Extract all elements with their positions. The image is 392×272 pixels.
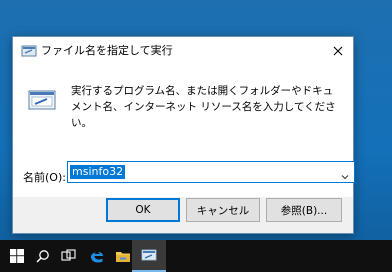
dialog-body: 実行するプログラム名、または開くフォルダーやドキュメント名、インターネット リソ…	[13, 65, 355, 197]
name-input-value[interactable]: msinfo32	[70, 165, 126, 179]
run-icon-small	[21, 43, 37, 59]
run-app-button[interactable]	[132, 240, 166, 272]
close-icon	[333, 46, 343, 56]
cancel-button[interactable]: キャンセル	[186, 198, 260, 222]
taskbar	[0, 240, 392, 272]
ok-button[interactable]: OK	[106, 198, 180, 222]
search-icon	[36, 250, 49, 263]
name-label: 名前(O):	[23, 171, 66, 184]
start-icon	[10, 249, 24, 263]
run-icon	[27, 85, 57, 115]
name-combobox[interactable]: msinfo32	[67, 161, 355, 183]
close-button[interactable]	[325, 39, 351, 63]
run-app-icon	[141, 249, 157, 261]
browse-button[interactable]: 参照(B)...	[266, 198, 342, 222]
description-text: 実行するプログラム名、または開くフォルダーやドキュメント名、インターネット リソ…	[71, 85, 336, 129]
edge-icon	[91, 251, 103, 263]
title-bar[interactable]: ファイル名を指定して実行	[13, 37, 353, 65]
window-title: ファイル名を指定して実行	[41, 44, 173, 57]
chevron-down-icon[interactable]	[340, 167, 350, 180]
file-explorer-icon	[116, 252, 130, 262]
task-view-icon	[61, 249, 76, 261]
